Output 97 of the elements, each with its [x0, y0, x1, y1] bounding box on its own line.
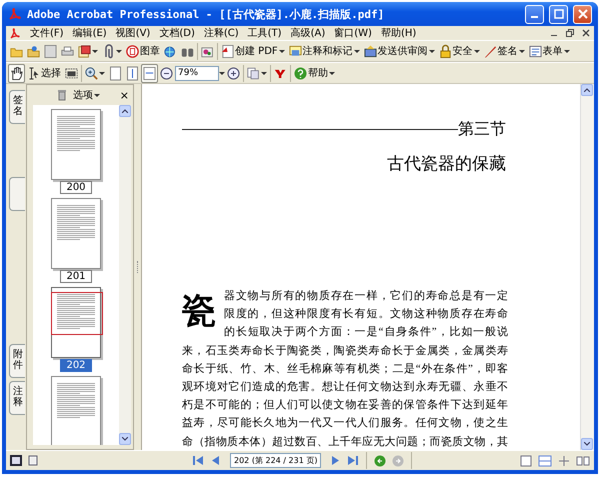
zoom-in-icon[interactable]: [227, 66, 240, 80]
fit-page-icon[interactable]: [126, 66, 139, 80]
next-page-icon[interactable]: [331, 455, 342, 466]
scroll-up-icon[interactable]: [584, 88, 590, 92]
pages-side-tab[interactable]: [9, 177, 25, 211]
body-text-line: 来，石玉类寿命长于陶瓷类，陶瓷类寿命长于金属类，金属类寿: [182, 344, 508, 359]
page-number-label: 202: [60, 359, 92, 372]
hand-icon: [10, 66, 23, 80]
task-button[interactable]: 发送供审阅: [362, 42, 437, 60]
close-icon[interactable]: [582, 29, 590, 37]
padlock-icon: [438, 44, 452, 58]
scrollbar[interactable]: [119, 105, 131, 445]
documents-icon[interactable]: [78, 44, 91, 58]
zoom-field[interactable]: 79%: [175, 66, 219, 80]
minimize-button[interactable]: [525, 4, 544, 24]
page-thumbnail[interactable]: [51, 198, 101, 269]
panel-icon[interactable]: [10, 455, 22, 466]
folder-icon[interactable]: [27, 44, 40, 58]
zoom-out-icon[interactable]: [160, 66, 173, 80]
two-page-icon[interactable]: [576, 454, 590, 466]
task-button[interactable]: 表单: [526, 42, 572, 60]
task-button[interactable]: 创建 PDF: [219, 42, 287, 60]
page-number-label: 200: [60, 181, 92, 194]
side-tab[interactable]: 签名: [9, 90, 25, 124]
restore-icon[interactable]: [566, 29, 574, 37]
body-text-line: 益寿，尽可能长久地为一代又一代人们服务。任何文物，使之生: [182, 416, 508, 432]
options-button[interactable]: 选项: [71, 86, 102, 104]
scroll-down-icon[interactable]: [122, 437, 128, 441]
caret-icon[interactable]: [261, 72, 267, 74]
facing-pages-icon[interactable]: [558, 454, 570, 466]
view-area-frame[interactable]: [51, 292, 103, 335]
side-tab[interactable]: 附件: [9, 344, 25, 378]
body-text-line: 器文物与所有的物质存在一样，它们的寿命总是有一定: [224, 288, 508, 304]
send-review-icon: [364, 44, 377, 58]
select-tool-button[interactable]: 选择: [25, 64, 63, 82]
section-heading: 第三节: [458, 120, 506, 140]
single-page-icon[interactable]: [520, 454, 532, 466]
body-text-line: 观环境对它们造成的危害。想让任何文物达到永寿无疆、永垂不: [182, 380, 508, 396]
body-text-line: 限度的，但这种限度有长有短。文物这种物质存在寿命: [224, 306, 508, 322]
hand-tool-button[interactable]: [8, 64, 25, 82]
task-button[interactable]: 注释和标记: [286, 42, 362, 60]
task-button[interactable]: 签名: [482, 42, 527, 60]
previous-page-icon[interactable]: [210, 455, 220, 466]
text-cursor-icon: [27, 66, 40, 80]
page-number-field[interactable]: 202 (第 224 / 231 页): [230, 453, 322, 468]
trash-icon[interactable]: [57, 89, 67, 101]
menu-item[interactable]: 视图(V): [116, 26, 150, 40]
caret-icon[interactable]: [116, 50, 122, 52]
fit-width-button[interactable]: [141, 64, 158, 82]
caret-icon[interactable]: [99, 72, 105, 74]
close-icon: [578, 9, 588, 19]
close-button[interactable]: [573, 4, 592, 24]
save-icon[interactable]: [44, 44, 57, 58]
help-button[interactable]: 帮助: [292, 64, 337, 82]
menu-item[interactable]: 文件(F): [30, 26, 64, 40]
stamp-icon: [126, 44, 139, 58]
globe-icon[interactable]: [164, 44, 177, 58]
zoom-in-icon[interactable]: [85, 66, 98, 80]
task-button[interactable]: 安全: [436, 42, 482, 60]
help-icon: [294, 66, 307, 80]
window-title: Adobe Acrobat Professional - [[古代瓷器].小鹿.扫描版.pdf]: [27, 6, 386, 22]
menu-item[interactable]: 编辑(E): [72, 26, 107, 40]
maximize-button[interactable]: [549, 4, 568, 24]
drop-cap: 瓷: [182, 292, 217, 332]
page-number-label: 201: [60, 270, 92, 283]
caret-icon[interactable]: [92, 50, 98, 52]
fit-width-icon: [143, 66, 156, 80]
close-panel-button[interactable]: ×: [120, 88, 129, 102]
form-icon: [528, 44, 542, 58]
body-text-line: 命（指物质本体）超过数百、上千年应无大问题；而瓷质文物，其: [182, 434, 508, 450]
body-text-line: 的长短取决于两个方面：一是“自身条件”，比如一般说: [224, 324, 508, 340]
continuous-page-icon[interactable]: [538, 454, 552, 466]
printer-icon[interactable]: [61, 44, 74, 58]
page-thumbnail[interactable]: [51, 287, 101, 358]
menu-item[interactable]: 帮助(H): [380, 26, 416, 40]
page-thumbnail[interactable]: [51, 109, 101, 180]
menu-item[interactable]: 文档(D): [159, 26, 195, 40]
back-icon[interactable]: [374, 454, 386, 466]
body-text-line: 朽是不可能的；但人们可以使文物在妥善的保管条件下达到延年: [182, 398, 508, 414]
body-text-line: 命长于纸、竹、木、丝毛棉麻等有机类；二是“外在条件”，即客: [182, 362, 508, 377]
menu-item[interactable]: 高级(A): [290, 26, 326, 40]
menu-item[interactable]: 工具(T): [248, 26, 282, 40]
menu-item[interactable]: 注释(C): [204, 26, 239, 40]
last-page-icon[interactable]: [347, 455, 360, 466]
document-icon[interactable]: [28, 455, 38, 466]
first-page-icon[interactable]: [192, 455, 204, 466]
maximize-icon: [554, 9, 564, 19]
scroll-down-icon[interactable]: [584, 442, 590, 446]
menu-item[interactable]: 窗口(W): [334, 26, 372, 40]
pages-icon[interactable]: [247, 66, 260, 80]
scrollbar[interactable]: [580, 84, 594, 450]
comment-icon: [288, 44, 302, 58]
scroll-up-icon[interactable]: [122, 109, 128, 113]
page-thumbnail[interactable]: [51, 376, 101, 445]
stamp-button[interactable]: 图章: [124, 42, 162, 60]
side-tab[interactable]: 注释: [9, 381, 25, 415]
chapter-title: 古代瓷器的保藏: [386, 153, 506, 175]
